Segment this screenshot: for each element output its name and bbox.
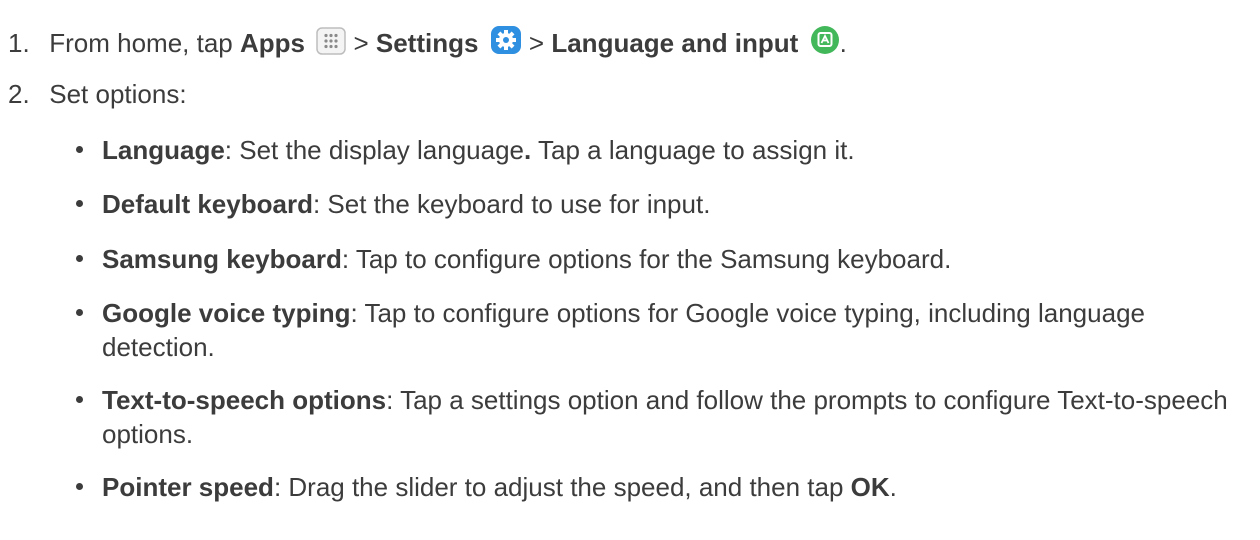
option-desc-tail: . xyxy=(889,472,897,502)
separator: > xyxy=(528,28,545,58)
bullet-dot xyxy=(76,255,83,262)
step-2: 2. Set options: xyxy=(8,77,187,111)
step-1: 1. From home, tap Apps > Settings > Lang… xyxy=(8,25,847,63)
option-desc-tail: Tap a language to assign it. xyxy=(531,135,855,165)
option-desc: : Drag the slider to adjust the speed, a… xyxy=(273,472,851,502)
language-input-icon xyxy=(810,25,840,63)
apps-label: Apps xyxy=(239,28,305,58)
option-desc-bold: OK xyxy=(850,472,890,502)
option-term: Text-to-speech options xyxy=(102,385,387,415)
option-desc: : Set the keyboard to use for input. xyxy=(312,189,711,219)
option-term: Pointer speed xyxy=(102,472,274,502)
step-1-lead: From home, tap xyxy=(49,28,233,58)
bullet-dot xyxy=(76,146,83,153)
bullet-dot xyxy=(76,483,83,490)
separator: > xyxy=(353,28,369,58)
step-number: 1. xyxy=(8,28,30,58)
bullet-dot xyxy=(76,200,83,207)
option-desc: : Set the display language xyxy=(224,135,525,165)
option-term: Samsung keyboard xyxy=(102,244,342,274)
option-term: Language xyxy=(102,135,225,165)
step-number: 2. xyxy=(8,79,30,109)
option-desc: : Tap to configure options for the Samsu… xyxy=(341,244,952,274)
bullet-dot xyxy=(76,309,83,316)
step-1-end: . xyxy=(839,28,847,58)
option-term: Default keyboard xyxy=(102,189,313,219)
settings-gear-icon xyxy=(490,25,522,63)
language-input-label: Language and input xyxy=(551,28,799,58)
step-2-text: Set options: xyxy=(49,79,187,109)
bullet-dot xyxy=(76,396,83,403)
option-term: Google voice typing xyxy=(102,298,351,328)
apps-grid-icon xyxy=(316,27,346,63)
settings-label: Settings xyxy=(375,28,479,58)
